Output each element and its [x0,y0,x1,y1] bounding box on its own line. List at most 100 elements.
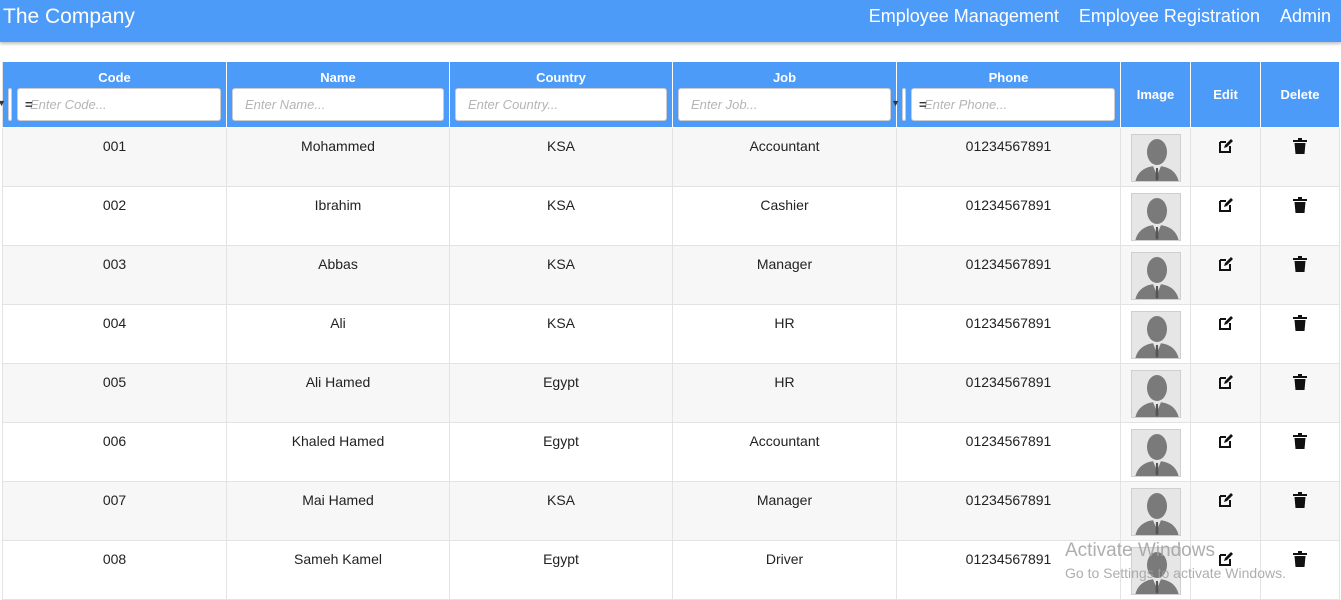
table-row: 006 Khaled Hamed Egypt Accountant 0123456789… [2,422,1340,482]
cell-delete [1260,245,1340,305]
watermark-subtitle: Go to Settings to activate Windows. [1065,565,1286,581]
col-job: Job [672,61,897,128]
cell-name: Sameh Kamel [226,540,450,600]
col-delete: Delete [1260,61,1340,128]
cell-job: Driver [672,540,897,600]
nav-admin[interactable]: Admin [1280,6,1331,27]
edit-icon[interactable] [1218,256,1234,275]
cell-edit [1190,127,1261,187]
cell-country: KSA [449,186,673,246]
cell-delete [1260,304,1340,364]
avatar-image [1130,429,1181,477]
chevron-down-icon: ▼ [0,98,6,108]
header-row: Code = ▼ Name Country [0,61,1340,128]
watermark-title: Activate Windows [1065,540,1215,561]
cell-phone: 01234567891 [896,186,1121,246]
code-filter-input[interactable] [17,88,221,121]
cell-job: Accountant [672,127,897,187]
avatar-image [1130,134,1181,182]
cell-delete [1260,481,1340,541]
col-code: Code = ▼ [0,61,227,128]
cell-job: Manager [672,245,897,305]
cell-country: KSA [449,304,673,364]
cell-image [1120,481,1191,541]
trash-icon[interactable] [1293,433,1307,452]
trash-icon[interactable] [1293,492,1307,511]
cell-name: Abbas [226,245,450,305]
cell-country: KSA [449,481,673,541]
cell-image [1120,245,1191,305]
edit-icon[interactable] [1218,433,1234,452]
table-row: 004 Ali KSA HR 01234567891 [2,304,1340,364]
nav-links: Employee Management Employee Registratio… [869,6,1331,27]
cell-country: KSA [449,127,673,187]
cell-edit [1190,304,1261,364]
col-country: Country [449,61,673,128]
cell-phone: 01234567891 [896,422,1121,482]
cell-edit [1190,422,1261,482]
cell-edit [1190,481,1261,541]
avatar-image [1130,311,1181,359]
trash-icon[interactable] [1293,551,1307,570]
cell-country: KSA [449,245,673,305]
table-row: 003 Abbas KSA Manager 01234567891 [2,245,1340,305]
col-phone-label: Phone [988,70,1029,85]
cell-country: Egypt [449,422,673,482]
trash-icon[interactable] [1293,256,1307,275]
nav-employee-management[interactable]: Employee Management [869,6,1059,27]
cell-country: Egypt [449,540,673,600]
cell-image [1120,422,1191,482]
name-filter-input[interactable] [232,88,444,121]
cell-image [1120,363,1191,423]
code-operator-select[interactable]: = ▼ [0,88,33,121]
trash-icon[interactable] [1293,374,1307,393]
edit-icon[interactable] [1218,138,1234,157]
cell-phone: 01234567891 [896,245,1121,305]
avatar-image [1130,488,1181,536]
phone-filter-input[interactable] [911,88,1115,121]
trash-icon[interactable] [1293,197,1307,216]
cell-code: 003 [2,245,227,305]
col-code-label: Code [98,70,131,85]
job-filter-input[interactable] [678,88,891,121]
edit-icon[interactable] [1218,374,1234,393]
cell-name: Ibrahim [226,186,450,246]
cell-code: 001 [2,127,227,187]
avatar-image [1130,193,1181,241]
avatar-image [1130,252,1181,300]
col-edit: Edit [1190,61,1261,128]
trash-icon[interactable] [1293,138,1307,157]
col-job-label: Job [772,70,797,85]
cell-name: Khaled Hamed [226,422,450,482]
top-navbar: The Company Employee Management Employee… [0,0,1341,42]
edit-icon[interactable] [1218,492,1234,511]
phone-operator-select[interactable]: = ▼ [891,88,927,121]
table-row: 005 Ali Hamed Egypt HR 01234567891 [2,363,1340,423]
cell-image [1120,127,1191,187]
cell-phone: 01234567891 [896,304,1121,364]
table-row: 007 Mai Hamed KSA Manager 01234567891 [2,481,1340,541]
cell-code: 005 [2,363,227,423]
brand-title[interactable]: The Company [3,5,135,29]
cell-name: Mai Hamed [226,481,450,541]
cell-phone: 01234567891 [896,481,1121,541]
nav-employee-registration[interactable]: Employee Registration [1079,6,1260,27]
edit-icon[interactable] [1218,315,1234,334]
cell-delete [1260,422,1340,482]
edit-icon[interactable] [1218,197,1234,216]
cell-delete [1260,363,1340,423]
col-phone: Phone = ▼ [891,61,1121,128]
cell-code: 002 [2,186,227,246]
col-name: Name [226,61,450,128]
cell-edit [1190,186,1261,246]
table-row: 002 Ibrahim KSA Cashier 01234567891 [2,186,1340,246]
cell-name: Mohammed [226,127,450,187]
cell-edit [1190,245,1261,305]
col-name-label: Name [320,70,356,85]
cell-phone: 01234567891 [896,363,1121,423]
cell-country: Egypt [449,363,673,423]
trash-icon[interactable] [1293,315,1307,334]
country-filter-input[interactable] [455,88,667,121]
cell-name: Ali Hamed [226,363,450,423]
cell-job: Accountant [672,422,897,482]
